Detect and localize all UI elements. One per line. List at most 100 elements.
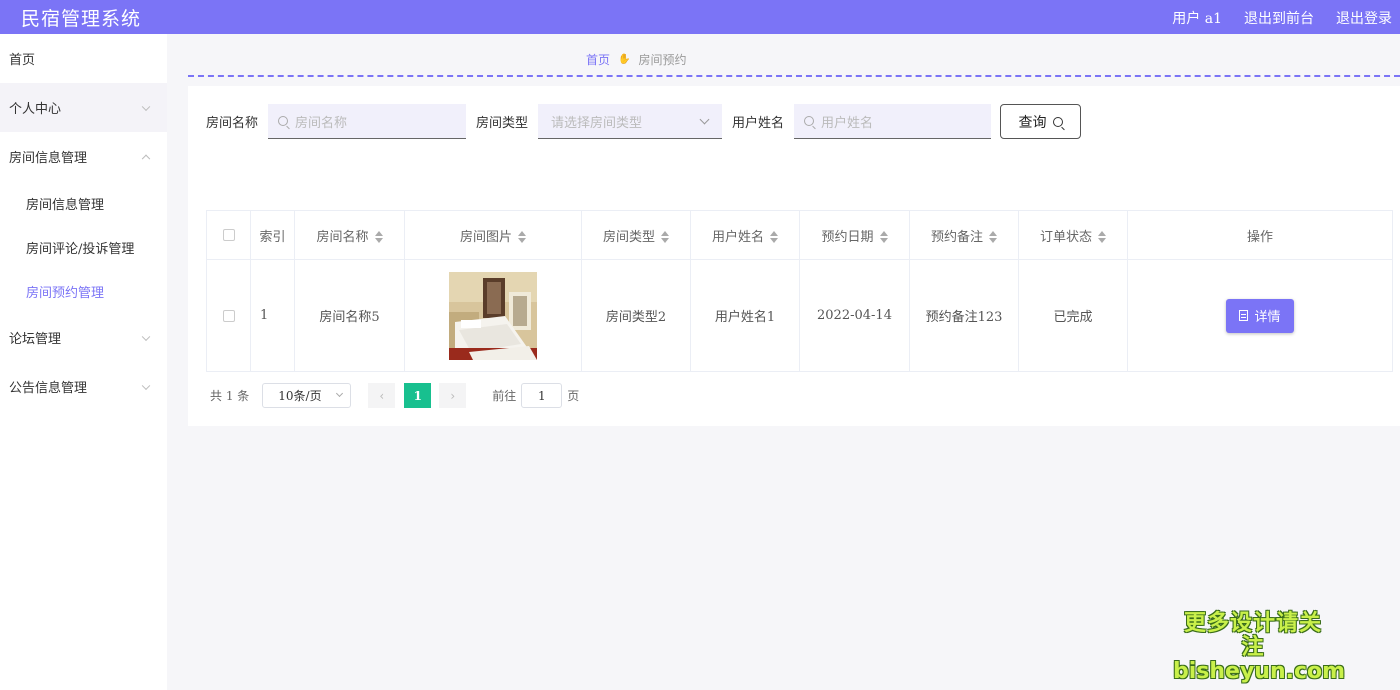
goto-label: 前往 (492, 389, 517, 403)
search-bar: 房间名称 房间名称 房间类型 请选择房间类型 用户姓名 用户姓名 查询 (206, 104, 1082, 139)
pagination: 共 1 条 10条/页 ‹ 1 › 前往 1 页 (210, 383, 579, 408)
col-index: 索引 (250, 210, 295, 260)
chevron-up-icon (141, 154, 151, 163)
back-to-front-link[interactable]: 退出到前台 (1244, 8, 1314, 28)
document-icon (1239, 310, 1249, 321)
col-status-label: 订单状态 (1039, 229, 1092, 245)
user-name-input[interactable]: 用户姓名 (794, 104, 992, 139)
col-date-label: 预约日期 (821, 229, 874, 245)
breadcrumb-home[interactable]: 首页 (586, 51, 610, 68)
page-number-current[interactable]: 1 (404, 383, 432, 408)
sidebar-subitem-room-info[interactable]: 房间信息管理 (0, 181, 167, 225)
room-name-placeholder: 房间名称 (295, 115, 348, 131)
cell-room-image (404, 259, 582, 372)
page-size-value: 10条/页 (278, 389, 322, 403)
room-type-label: 房间类型 (476, 116, 529, 131)
table-header-row: 索引 房间名称 房间图片 房间类型 用户姓名 预约日期 预约备注 订单状态 操作 (206, 210, 1393, 260)
chevron-left-icon: ‹ (379, 388, 385, 403)
chevron-down-icon (699, 114, 710, 125)
col-room-type[interactable]: 房间类型 (581, 210, 691, 260)
col-room-type-label: 房间类型 (602, 229, 655, 245)
goto-page-input[interactable]: 1 (521, 383, 563, 408)
sort-icon[interactable] (879, 231, 888, 243)
cell-index: 1 (250, 259, 295, 372)
breadcrumb: 首页 ✋ 房间预约 (586, 51, 686, 68)
col-user-name[interactable]: 用户姓名 (690, 210, 800, 260)
sidebar-item-notice[interactable]: 公告信息管理 (0, 362, 167, 411)
row-select-cell (206, 259, 251, 372)
current-user[interactable]: 用户 a1 (1172, 8, 1222, 28)
select-all-checkbox[interactable] (222, 229, 235, 241)
sidebar-item-label: 论坛管理 (9, 332, 62, 347)
cell-room-type: 房间类型2 (581, 259, 691, 372)
query-button[interactable]: 查询 (1000, 104, 1082, 139)
sidebar-subitem-room-comments[interactable]: 房间评论/投诉管理 (0, 225, 167, 269)
col-room-name[interactable]: 房间名称 (294, 210, 405, 260)
page-size-select[interactable]: 10条/页 (262, 383, 352, 408)
col-user-name-label: 用户姓名 (711, 229, 764, 245)
user-name-label: 用户姓名 (732, 116, 785, 131)
sidebar-item-home[interactable]: 首页 (0, 34, 167, 83)
sidebar-item-room-info-group[interactable]: 房间信息管理 (0, 132, 167, 181)
cell-remark: 预约备注123 (909, 259, 1019, 372)
chevron-down-icon (141, 332, 151, 341)
divider (188, 75, 1400, 77)
room-photo[interactable] (449, 271, 537, 360)
next-page-button[interactable]: › (439, 383, 467, 408)
col-date[interactable]: 预约日期 (799, 210, 910, 260)
room-name-label: 房间名称 (206, 116, 259, 131)
sort-icon[interactable] (1098, 231, 1106, 243)
logout-link[interactable]: 退出登录 (1336, 8, 1392, 28)
row-checkbox[interactable] (222, 309, 235, 322)
sort-icon[interactable] (661, 231, 669, 243)
chevron-down-icon (141, 381, 151, 390)
cell-user-name: 用户姓名1 (690, 259, 800, 372)
room-name-input[interactable]: 房间名称 (268, 104, 467, 139)
select-all-cell (206, 210, 251, 260)
detail-button[interactable]: 详情 (1226, 298, 1294, 333)
sidebar-item-forum[interactable]: 论坛管理 (0, 313, 167, 362)
col-remark-label: 预约备注 (930, 229, 983, 245)
prev-page-button[interactable]: ‹ (368, 383, 396, 408)
col-room-image-label: 房间图片 (459, 229, 512, 245)
watermark-line1: 更多设计请关注 (1183, 611, 1322, 661)
col-actions: 操作 (1127, 210, 1393, 260)
sort-icon[interactable] (518, 231, 526, 243)
sidebar-item-personal[interactable]: 个人中心 (0, 83, 167, 132)
room-photo-graphic (449, 271, 537, 360)
table-row: 1 房间名称5 房间类型2 用户姓名1 2022-04-14 预约备注123 已… (206, 259, 1393, 372)
sort-icon[interactable] (989, 231, 997, 243)
chevron-down-icon (141, 102, 151, 111)
room-type-placeholder: 请选择房间类型 (551, 115, 643, 131)
cell-actions: 详情 (1127, 259, 1393, 372)
sort-icon[interactable] (374, 231, 383, 243)
col-room-name-label: 房间名称 (316, 229, 369, 245)
page-suffix: 页 (567, 389, 580, 403)
cell-status: 已完成 (1018, 259, 1128, 372)
user-name-placeholder: 用户姓名 (821, 115, 874, 131)
search-icon (278, 116, 289, 126)
top-header: 民宿管理系统 用户 a1 退出到前台 退出登录 (0, 0, 1400, 34)
sidebar-item-label: 房间信息管理 (9, 151, 88, 166)
header-links: 用户 a1 退出到前台 退出登录 (1172, 8, 1392, 28)
search-icon (804, 116, 815, 126)
app-title: 民宿管理系统 (21, 8, 142, 30)
chevron-down-icon (336, 389, 344, 398)
sidebar-item-label: 个人中心 (9, 102, 62, 117)
detail-button-label: 详情 (1254, 310, 1281, 325)
watermark-line2: bisheyun.com (1173, 659, 1346, 685)
sort-icon[interactable] (770, 231, 778, 243)
breadcrumb-current: 房间预约 (638, 53, 687, 67)
search-icon (1052, 116, 1063, 127)
booking-table: 索引 房间名称 房间图片 房间类型 用户姓名 预约日期 预约备注 订单状态 操作… (206, 210, 1393, 372)
cell-date: 2022-04-14 (799, 259, 910, 372)
sidebar-item-label: 公告信息管理 (9, 381, 88, 396)
col-room-image[interactable]: 房间图片 (404, 210, 582, 260)
query-button-label: 查询 (1018, 114, 1047, 131)
room-type-select[interactable]: 请选择房间类型 (538, 104, 723, 139)
col-status[interactable]: 订单状态 (1018, 210, 1128, 260)
chevron-right-icon: › (450, 388, 456, 403)
sidebar-subitem-room-booking[interactable]: 房间预约管理 (0, 269, 167, 313)
col-remark[interactable]: 预约备注 (909, 210, 1019, 260)
cell-room-name: 房间名称5 (294, 259, 405, 372)
